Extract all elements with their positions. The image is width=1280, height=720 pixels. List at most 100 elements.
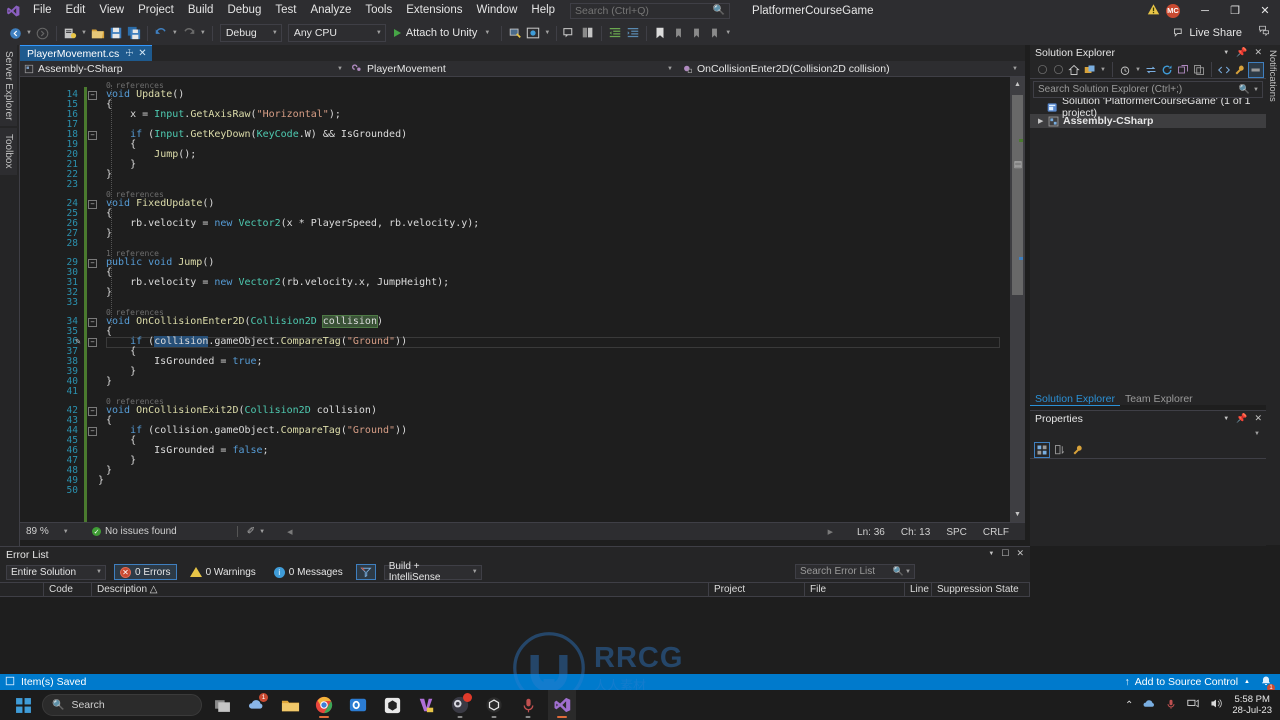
toolbar-overflow-caret-icon[interactable]: ▼ bbox=[723, 30, 733, 36]
code-line[interactable]: 23 bbox=[20, 180, 1010, 190]
network-tray-icon[interactable] bbox=[1186, 697, 1200, 713]
warning-triangle-icon[interactable] bbox=[1147, 3, 1160, 19]
code-text[interactable]: } bbox=[106, 229, 112, 239]
code-line[interactable]: 44− if (collision.gameObject.CompareTag(… bbox=[20, 426, 1010, 436]
sync-with-active-document-icon[interactable] bbox=[1143, 62, 1159, 78]
scroll-left-icon[interactable]: ◀ bbox=[287, 528, 292, 536]
code-line[interactable]: 14− void Update() bbox=[20, 90, 1010, 100]
code-text[interactable]: rb.velocity = new Vector2(rb.velocity.x,… bbox=[106, 278, 449, 288]
code-line[interactable]: 38 IsGrounded = true; bbox=[20, 357, 1010, 367]
code-line[interactable]: 34− void OnCollisionEnter2D(Collision2D c… bbox=[20, 315, 1010, 328]
close-icon[interactable]: ✕ bbox=[1254, 47, 1262, 58]
properties-object-selector[interactable]: ▼ bbox=[1030, 427, 1266, 441]
menu-help[interactable]: Help bbox=[524, 0, 562, 21]
back-icon[interactable] bbox=[1034, 62, 1050, 78]
pin-icon[interactable]: ☩ bbox=[125, 48, 133, 59]
sidebar-tab-server-explorer[interactable]: Server Explorer bbox=[0, 45, 17, 127]
collapse-region-icon[interactable]: − bbox=[88, 258, 97, 268]
collapse-region-icon[interactable]: − bbox=[88, 199, 97, 209]
tab-solution-explorer[interactable]: Solution Explorer bbox=[1030, 392, 1120, 406]
live-share-button[interactable]: Live Share bbox=[1169, 23, 1246, 43]
solution-configuration-combo[interactable]: Debug ▼ bbox=[219, 24, 282, 42]
code-text[interactable]: x = Input.GetAxisRaw("Horizontal"); bbox=[106, 110, 341, 120]
clear-filter-button[interactable] bbox=[355, 564, 376, 580]
code-text[interactable]: } bbox=[98, 476, 104, 486]
code-lines-container[interactable]: 0 references 14− void Update() 15{16 x = In… bbox=[20, 77, 1010, 522]
window-minimize-button[interactable]: ─ bbox=[1190, 0, 1220, 21]
code-line[interactable]: 42− void OnCollisionExit2D(Collision2D co… bbox=[20, 406, 1010, 416]
code-line[interactable]: 31 rb.velocity = new Vector2(rb.velocity… bbox=[20, 278, 1010, 288]
code-text[interactable]: rb.velocity = new Vector2(x * PlayerSpee… bbox=[106, 219, 479, 229]
unity-hub-icon[interactable] bbox=[378, 690, 406, 720]
task-view-icon[interactable] bbox=[208, 690, 236, 720]
menu-project[interactable]: Project bbox=[131, 0, 181, 21]
preview-selected-items-icon[interactable] bbox=[1247, 61, 1264, 78]
code-cleanup-icon[interactable]: ✐ bbox=[247, 526, 255, 537]
close-icon[interactable]: ✕ bbox=[1016, 548, 1024, 559]
notifications-bell-icon[interactable]: 1 bbox=[1260, 675, 1275, 692]
bookmark-icon[interactable] bbox=[651, 23, 669, 43]
code-line[interactable]: 49} bbox=[20, 476, 1010, 486]
error-scope-combo[interactable]: Entire Solution ▼ bbox=[6, 564, 106, 580]
code-line[interactable]: 24− void FixedUpdate() bbox=[20, 199, 1010, 209]
file-explorer-icon[interactable] bbox=[276, 690, 304, 720]
pin-icon[interactable]: 📌 bbox=[1236, 47, 1247, 58]
pending-changes-icon[interactable] bbox=[1082, 62, 1098, 78]
cleanup-dropdown-caret-icon[interactable]: ▼ bbox=[259, 529, 265, 535]
view-code-icon[interactable] bbox=[1216, 62, 1232, 78]
code-text[interactable]: } bbox=[106, 288, 112, 298]
forward-icon[interactable] bbox=[1050, 62, 1066, 78]
chevron-down-icon[interactable]: ▼ bbox=[905, 569, 911, 575]
code-text[interactable]: if (collision.gameObject.CompareTag("Gro… bbox=[106, 426, 407, 436]
outlook-icon[interactable] bbox=[344, 690, 372, 720]
error-list-rows[interactable] bbox=[0, 597, 1030, 675]
collapse-all-icon[interactable] bbox=[1175, 62, 1191, 78]
column-icon[interactable] bbox=[0, 582, 44, 597]
code-text[interactable]: } bbox=[106, 377, 112, 387]
window-close-button[interactable]: ✕ bbox=[1250, 0, 1280, 21]
errors-filter-button[interactable]: ✕ 0 Errors bbox=[114, 564, 177, 580]
microphone-tray-icon[interactable] bbox=[1165, 698, 1177, 713]
close-icon[interactable]: ✕ bbox=[1254, 413, 1262, 424]
collapse-region-icon[interactable]: − bbox=[88, 130, 97, 140]
menu-build[interactable]: Build bbox=[181, 0, 221, 21]
volume-tray-icon[interactable] bbox=[1209, 697, 1223, 713]
code-line[interactable]: 29− public void Jump() bbox=[20, 258, 1010, 268]
redo-dropdown-caret-icon[interactable]: ▼ bbox=[198, 30, 208, 36]
taskbar-clock[interactable]: 5:58 PM 28-Jul-23 bbox=[1232, 694, 1272, 716]
onedrive-tray-icon[interactable] bbox=[1142, 697, 1156, 714]
column-file[interactable]: File bbox=[805, 582, 905, 597]
increase-indent-icon[interactable] bbox=[624, 23, 642, 43]
properties-wrench-icon[interactable] bbox=[1232, 62, 1248, 78]
home-icon[interactable] bbox=[1066, 62, 1082, 78]
collapse-region-icon[interactable]: − bbox=[88, 337, 97, 347]
navigate-backward-button[interactable] bbox=[6, 23, 24, 43]
quick-launch-search[interactable]: 🔍 bbox=[570, 2, 731, 19]
chevron-down-icon[interactable]: ▼ bbox=[988, 551, 994, 557]
screenshot-icon[interactable] bbox=[524, 23, 542, 43]
menu-extensions[interactable]: Extensions bbox=[399, 0, 469, 21]
sidebar-tab-notifications[interactable]: Notifications bbox=[1266, 45, 1279, 107]
menu-window[interactable]: Window bbox=[469, 0, 524, 21]
attach-process-icon[interactable] bbox=[506, 23, 524, 43]
menu-file[interactable]: File bbox=[26, 0, 59, 21]
tab-team-explorer[interactable]: Team Explorer bbox=[1120, 392, 1198, 406]
chevron-down-icon-2[interactable]: ▼ bbox=[1133, 67, 1143, 73]
column-suppression-state[interactable]: Suppression State bbox=[932, 582, 1030, 597]
run-dropdown-caret-icon[interactable]: ▼ bbox=[482, 30, 492, 36]
code-text[interactable]: if (Input.GetKeyDown(KeyCode.W) && IsGro… bbox=[106, 130, 407, 140]
code-line[interactable]: 40} bbox=[20, 377, 1010, 387]
code-line[interactable]: 39 } bbox=[20, 367, 1010, 377]
code-line[interactable]: 18− if (Input.GetKeyDown(KeyCode.W) && I… bbox=[20, 130, 1010, 140]
code-text[interactable]: if (collision.gameObject.CompareTag("Gro… bbox=[106, 336, 407, 347]
new-project-button[interactable] bbox=[61, 23, 79, 43]
code-text[interactable]: public void Jump() bbox=[106, 258, 214, 268]
chevron-down-icon[interactable]: ▼ bbox=[1223, 50, 1229, 56]
menu-test[interactable]: Test bbox=[268, 0, 303, 21]
menu-tools[interactable]: Tools bbox=[358, 0, 399, 21]
code-line[interactable]: 28 bbox=[20, 239, 1010, 249]
visual-paradigm-icon[interactable] bbox=[412, 690, 440, 720]
collapse-region-icon[interactable]: − bbox=[88, 406, 97, 416]
code-line[interactable]: 50 bbox=[20, 486, 1010, 496]
account-avatar[interactable]: MC bbox=[1166, 3, 1180, 18]
